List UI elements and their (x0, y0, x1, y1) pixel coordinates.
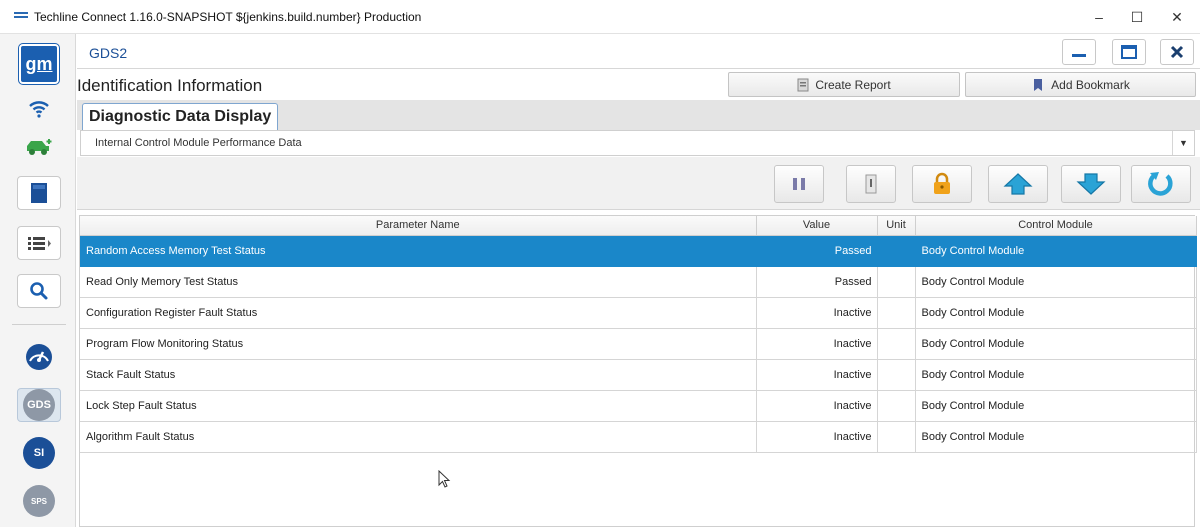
wifi-icon[interactable] (17, 92, 61, 126)
unit-cell (877, 421, 916, 453)
chevron-down-icon[interactable]: ▼ (1172, 131, 1194, 155)
create-report-label: Create Report (815, 77, 891, 92)
value-cell: Inactive (756, 328, 878, 360)
gm-logo[interactable]: gm (19, 44, 59, 84)
selector-icon (865, 174, 877, 194)
maximize-window-button[interactable]: ☐ (1120, 6, 1154, 28)
table-row[interactable]: Program Flow Monitoring Status Inactive … (80, 328, 1197, 360)
refresh-button[interactable] (1131, 165, 1191, 203)
sps-label: SPS (30, 496, 47, 506)
value-cell: Inactive (756, 390, 878, 422)
value-cell: Passed (756, 266, 878, 298)
select-button[interactable] (846, 165, 896, 203)
menu-list-icon[interactable] (17, 226, 61, 260)
table-row[interactable]: Configuration Register Fault Status Inac… (80, 297, 1197, 329)
control-module-cell: Body Control Module (915, 421, 1197, 453)
control-module-cell: Body Control Module (915, 328, 1197, 360)
table-header-row: Parameter Name Value Unit Control Module (80, 216, 1197, 236)
identification-bar: Identification Information Create Report… (77, 70, 1200, 100)
control-module-cell: Body Control Module (915, 390, 1197, 422)
gds-label: GDS (27, 399, 51, 411)
sidebar-divider (12, 324, 66, 325)
app-minimize-button[interactable] (1062, 39, 1096, 65)
data-table: Parameter Name Value Unit Control Module… (79, 215, 1197, 527)
control-module-cell: Body Control Module (915, 235, 1197, 267)
mouse-cursor-icon (438, 470, 451, 488)
bookmark-icon (1034, 78, 1043, 91)
app-name: GDS2 (89, 45, 128, 61)
table-row[interactable]: Random Access Memory Test Status Passed … (80, 235, 1197, 267)
vehicle-icon[interactable] (17, 130, 61, 164)
control-module-cell: Body Control Module (915, 297, 1197, 329)
add-bookmark-button[interactable]: Add Bookmark (965, 72, 1196, 97)
unit-cell (877, 297, 916, 329)
move-up-button[interactable] (988, 165, 1048, 203)
arrow-down-icon (1076, 173, 1106, 195)
parameter-name-cell: Stack Fault Status (80, 359, 757, 391)
report-icon (797, 78, 809, 91)
os-titlebar: Techline Connect 1.16.0-SNAPSHOT ${jenki… (0, 0, 1200, 34)
pause-button[interactable] (774, 165, 824, 203)
app-maximize-button[interactable] (1112, 39, 1146, 65)
tab-diagnostic-data-display[interactable]: Diagnostic Data Display (82, 103, 279, 131)
module-icon[interactable] (17, 176, 61, 210)
unit-cell (877, 359, 916, 391)
si-app-button[interactable]: SI (17, 436, 61, 470)
data-list-dropdown[interactable]: Internal Control Module Performance Data… (80, 130, 1195, 156)
create-report-button[interactable]: Create Report (728, 72, 960, 97)
col-header-parameter-name[interactable]: Parameter Name (80, 216, 757, 236)
value-cell: Inactive (756, 359, 878, 391)
sps-app-button[interactable]: SPS (17, 484, 61, 518)
parameter-name-cell: Configuration Register Fault Status (80, 297, 757, 329)
lock-icon (934, 172, 950, 194)
si-label: SI (33, 447, 45, 459)
refresh-icon (1148, 172, 1173, 196)
value-cell: Inactive (756, 297, 878, 329)
unit-cell (877, 390, 916, 422)
table-row[interactable]: Read Only Memory Test Status Passed Body… (80, 266, 1197, 298)
toolbar (77, 157, 1200, 210)
col-header-control-module[interactable]: Control Module (915, 216, 1197, 236)
pause-icon (793, 178, 805, 190)
page-title: Identification Information (77, 76, 263, 95)
dropdown-selected-value: Internal Control Module Performance Data (95, 137, 302, 149)
parameter-name-cell: Random Access Memory Test Status (80, 235, 757, 267)
lock-button[interactable] (912, 165, 972, 203)
value-cell: Inactive (756, 421, 878, 453)
unit-cell (877, 328, 916, 360)
arrow-up-icon (1003, 173, 1033, 195)
app-close-button[interactable] (1160, 39, 1194, 65)
gds-app-button[interactable]: GDS (17, 388, 61, 422)
parameter-name-cell: Program Flow Monitoring Status (80, 328, 757, 360)
add-bookmark-label: Add Bookmark (1051, 77, 1130, 92)
control-module-cell: Body Control Module (915, 359, 1197, 391)
control-module-cell: Body Control Module (915, 266, 1197, 298)
col-header-value[interactable]: Value (756, 216, 878, 236)
value-cell: Passed (756, 235, 878, 267)
parameter-name-cell: Read Only Memory Test Status (80, 266, 757, 298)
tab-strip: Diagnostic Data Display (77, 100, 1200, 131)
gds2-window: GDS2 Identification Information Create R… (77, 34, 1200, 527)
search-icon[interactable] (17, 274, 61, 308)
parameter-name-cell: Lock Step Fault Status (80, 390, 757, 422)
app-header: GDS2 (77, 34, 1200, 69)
window-title: Techline Connect 1.16.0-SNAPSHOT ${jenki… (34, 10, 422, 24)
sidebar: gm GDS SI SPS (0, 34, 76, 527)
table-row[interactable]: Lock Step Fault Status Inactive Body Con… (80, 390, 1197, 422)
unit-cell (877, 235, 916, 267)
minimize-window-button[interactable]: – (1082, 6, 1116, 28)
close-window-button[interactable]: ✕ (1160, 6, 1194, 28)
parameter-name-cell: Algorithm Fault Status (80, 421, 757, 453)
unit-cell (877, 266, 916, 298)
table-row[interactable]: Algorithm Fault Status Inactive Body Con… (80, 421, 1197, 453)
gauge-icon[interactable] (17, 340, 61, 374)
table-row[interactable]: Stack Fault Status Inactive Body Control… (80, 359, 1197, 391)
col-header-unit[interactable]: Unit (877, 216, 916, 236)
move-down-button[interactable] (1061, 165, 1121, 203)
app-menu-icon (14, 12, 28, 21)
